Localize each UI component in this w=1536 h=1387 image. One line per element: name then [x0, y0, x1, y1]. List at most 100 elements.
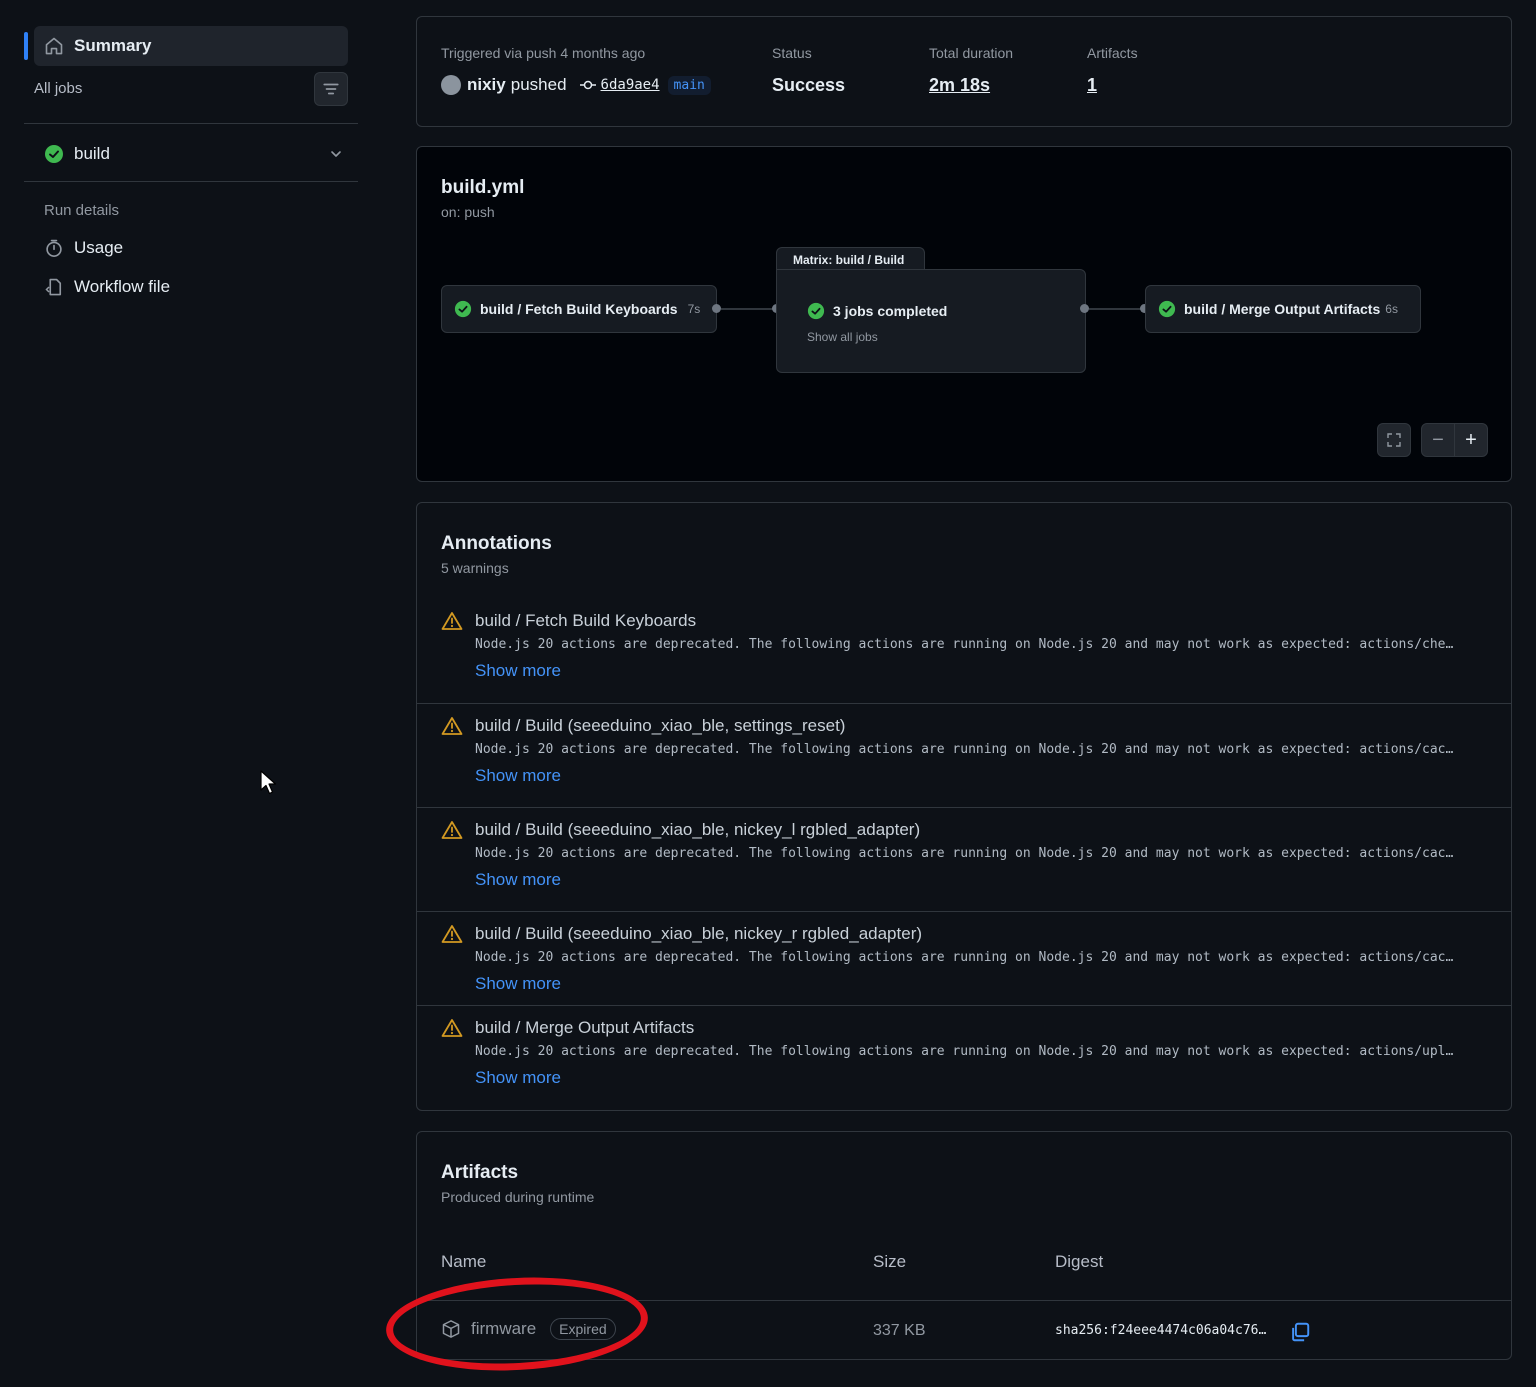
mouse-cursor-icon — [260, 770, 277, 795]
connector-line — [1089, 308, 1143, 310]
divider — [24, 181, 358, 182]
duration-label: Total duration — [929, 45, 1014, 61]
connector-line — [721, 308, 773, 310]
active-indicator — [24, 32, 28, 60]
annotation-title: build / Fetch Build Keyboards — [475, 611, 697, 630]
success-check-icon — [45, 145, 63, 163]
connector-dot — [1080, 304, 1089, 313]
connector-dot — [712, 304, 721, 313]
job-node-label: build / Fetch Build Keyboards — [480, 301, 678, 317]
commit-icon — [579, 80, 596, 90]
annotation-item: build / Build (seeeduino_xiao_ble, nicke… — [417, 807, 1511, 911]
annotation-item: build / Merge Output Artifacts Node.js 2… — [417, 1005, 1511, 1109]
annotation-message: Node.js 20 actions are deprecated. The f… — [475, 950, 1454, 965]
sidebar-item-workflow-file[interactable]: Workflow file — [44, 277, 170, 297]
artifacts-count-label: Artifacts — [1087, 45, 1138, 61]
divider — [24, 123, 358, 124]
show-more-link[interactable]: Show more — [475, 766, 561, 786]
warning-icon — [441, 612, 463, 630]
artifacts-count-value[interactable]: 1 — [1087, 75, 1097, 96]
job-label: build — [74, 144, 110, 163]
all-jobs-label: All jobs — [34, 80, 83, 97]
matrix-group[interactable]: 3 jobs completed Show all jobs — [776, 269, 1086, 373]
fullscreen-button[interactable] — [1377, 423, 1411, 457]
success-check-icon — [1158, 300, 1176, 318]
warning-icon — [441, 717, 463, 735]
sidebar-job-build[interactable]: build — [44, 142, 344, 166]
workflow-file-name: build.yml — [441, 177, 525, 198]
branch-badge[interactable]: main — [667, 75, 711, 95]
annotations-panel: Annotations 5 warnings build / Fetch Bui… — [416, 502, 1512, 1111]
actor-action: pushed — [510, 75, 567, 94]
column-header-size: Size — [873, 1252, 907, 1271]
commit-sha[interactable]: 6da9ae4 — [601, 77, 660, 93]
artifact-digest: sha256:f24eee4474c06a04c76… — [1055, 1323, 1267, 1338]
workflow-trigger: on: push — [441, 204, 495, 220]
matrix-label: 3 jobs completed — [833, 303, 948, 319]
package-icon — [442, 1320, 460, 1338]
workflow-file-label: Workflow file — [74, 277, 171, 296]
matrix-tab: Matrix: build / Build — [776, 247, 925, 271]
filter-icon — [323, 83, 339, 95]
zoom-in-button[interactable]: + — [1454, 423, 1488, 457]
annotation-item: build / Build (seeeduino_xiao_ble, setti… — [417, 703, 1511, 807]
annotation-message: Node.js 20 actions are deprecated. The f… — [475, 742, 1454, 757]
status-value: Success — [772, 75, 846, 95]
home-icon — [45, 37, 63, 55]
show-all-jobs-link[interactable]: Show all jobs — [807, 330, 878, 344]
job-node-merge[interactable]: build / Merge Output Artifacts 6s — [1145, 285, 1421, 333]
artifacts-subtitle: Produced during runtime — [441, 1189, 595, 1205]
annotation-message: Node.js 20 actions are deprecated. The f… — [475, 846, 1454, 861]
artifact-size: 337 KB — [873, 1322, 926, 1339]
status-label: Status — [772, 45, 812, 61]
annotation-message: Node.js 20 actions are deprecated. The f… — [475, 1044, 1454, 1059]
job-node-duration: 7s — [687, 302, 701, 316]
annotation-title: build / Merge Output Artifacts — [475, 1018, 695, 1037]
run-details-heading: Run details — [44, 202, 120, 219]
actor-name[interactable]: nixiy — [467, 75, 506, 95]
artifact-row-name: firmware Expired — [441, 1318, 616, 1340]
annotations-list: build / Fetch Build Keyboards Node.js 20… — [417, 593, 1511, 1111]
nav-summary[interactable]: Summary — [34, 26, 348, 66]
zoom-out-button[interactable]: − — [1421, 423, 1455, 457]
nav-summary-label: Summary — [74, 36, 152, 55]
sidebar-item-usage[interactable]: Usage — [44, 238, 123, 258]
matrix-status: 3 jobs completed — [807, 302, 947, 320]
run-meta-panel: Triggered via push 4 months ago nixiy pu… — [416, 16, 1512, 127]
show-more-link[interactable]: Show more — [475, 870, 561, 890]
show-more-link[interactable]: Show more — [475, 1068, 561, 1088]
annotation-message: Node.js 20 actions are deprecated. The f… — [475, 637, 1454, 652]
show-more-link[interactable]: Show more — [475, 974, 561, 994]
job-node-fetch[interactable]: build / Fetch Build Keyboards 7s — [441, 285, 717, 333]
duration-value[interactable]: 2m 18s — [929, 75, 990, 96]
file-code-icon — [45, 278, 62, 296]
success-check-icon — [807, 302, 825, 320]
job-node-duration: 6s — [1385, 302, 1398, 316]
stopwatch-icon — [46, 239, 62, 257]
artifacts-title: Artifacts — [441, 1162, 519, 1183]
filter-button[interactable] — [314, 72, 348, 106]
annotation-title: build / Build (seeeduino_xiao_ble, nicke… — [475, 924, 923, 943]
copy-digest-button[interactable] — [1289, 1321, 1311, 1348]
column-header-name: Name — [441, 1252, 487, 1271]
divider — [417, 1300, 1511, 1301]
warning-icon — [441, 821, 463, 839]
artifact-name[interactable]: firmware — [471, 1319, 536, 1339]
usage-label: Usage — [74, 238, 124, 257]
annotation-item: build / Build (seeeduino_xiao_ble, nicke… — [417, 911, 1511, 1015]
annotation-item: build / Fetch Build Keyboards Node.js 20… — [417, 599, 1511, 703]
expired-badge: Expired — [550, 1318, 616, 1340]
warning-icon — [441, 925, 463, 943]
warning-icon — [441, 1019, 463, 1037]
job-node-label: build / Merge Output Artifacts — [1184, 301, 1381, 317]
annotation-title: build / Build (seeeduino_xiao_ble, setti… — [475, 716, 846, 735]
show-more-link[interactable]: Show more — [475, 661, 561, 681]
annotation-title: build / Build (seeeduino_xiao_ble, nicke… — [475, 820, 921, 839]
chevron-down-icon[interactable] — [328, 146, 344, 162]
artifacts-panel: Artifacts Produced during runtime Name S… — [416, 1131, 1512, 1360]
annotations-title: Annotations — [441, 533, 552, 554]
fullscreen-icon — [1387, 433, 1401, 447]
success-check-icon — [454, 300, 472, 318]
copy-icon — [1292, 1322, 1310, 1342]
avatar[interactable] — [441, 75, 461, 95]
